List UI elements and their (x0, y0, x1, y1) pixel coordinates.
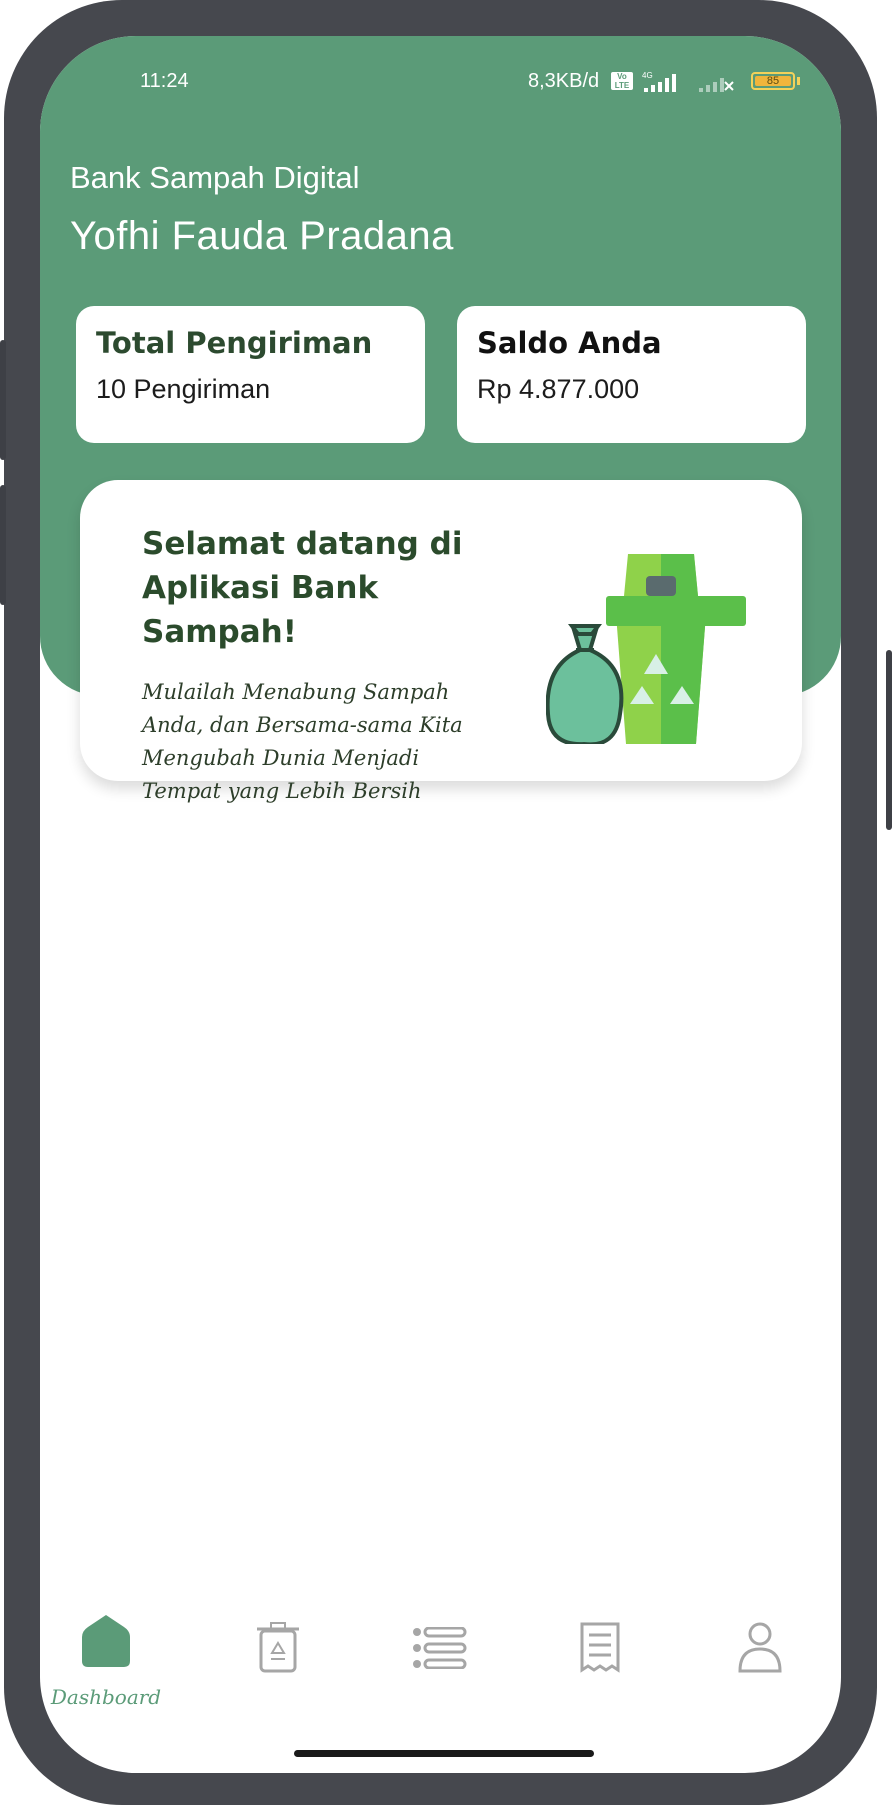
welcome-message: Mulailah Menabung Sampah Anda, dan Bersa… (142, 680, 463, 803)
phone-screen: 11:24 8,3KB/d Vo LTE 4G 85 Bank Sampah D… (40, 36, 841, 1773)
total-deliveries-value: 10 Pengiriman (96, 374, 271, 404)
total-deliveries-title: Total Pengiriman (96, 326, 373, 360)
home-indicator[interactable] (294, 1750, 594, 1757)
recycle-bin-icon (257, 1622, 299, 1673)
balance-title: Saldo Anda (477, 326, 662, 360)
receipt-icon (580, 1622, 620, 1673)
status-bar: 11:24 8,3KB/d Vo LTE 4G 85 (40, 70, 841, 100)
network-type: 4G (642, 71, 653, 80)
welcome-title: Selamat datang di Aplikasi Bank Sampah! (142, 526, 463, 650)
battery-icon: 85 (751, 72, 795, 90)
signal-strength-icon: 4G (642, 71, 676, 92)
recycle-bin-illustration (546, 554, 746, 744)
battery-nub (797, 77, 800, 85)
signal-empty-icon (699, 78, 734, 92)
power-button (886, 650, 892, 830)
user-name: Yofhi Fauda Pradana (70, 214, 454, 258)
nav-label-dashboard: Dashboard (50, 1685, 162, 1709)
volume-button (0, 485, 6, 605)
volume-button (0, 340, 6, 460)
list-icon (413, 1627, 467, 1669)
profile-icon (738, 1622, 782, 1673)
battery-level: 85 (755, 76, 791, 87)
app-subtitle: Bank Sampah Digital (70, 160, 360, 195)
nav-profile[interactable] (700, 1591, 820, 1711)
balance-value: Rp 4.877.000 (477, 374, 640, 404)
nav-list[interactable] (380, 1591, 500, 1711)
network-speed: 8,3KB/d (528, 70, 600, 92)
total-deliveries-card[interactable]: Total Pengiriman 10 Pengiriman (76, 306, 425, 443)
status-time: 11:24 (140, 70, 189, 92)
nav-receipt[interactable] (540, 1591, 660, 1711)
balance-card[interactable]: Saldo Anda Rp 4.877.000 (457, 306, 806, 443)
volte-badge: Vo LTE (611, 72, 633, 90)
nav-dashboard[interactable]: Dashboard (46, 1591, 166, 1711)
home-icon (82, 1615, 130, 1667)
bottom-navigation: Dashboard (40, 1591, 841, 1721)
welcome-card: Selamat datang di Aplikasi Bank Sampah! … (80, 480, 802, 803)
nav-recycle[interactable] (218, 1591, 338, 1711)
